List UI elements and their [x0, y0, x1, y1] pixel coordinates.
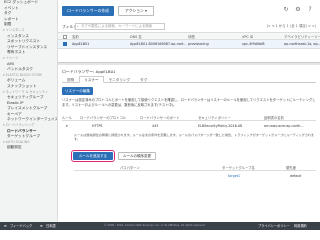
lb-state: provisioning: [188, 42, 209, 46]
search-placeholder: タグや属性による検索、キーワードによる検索: [81, 24, 152, 28]
tab-monitoring[interactable]: モニタリング: [104, 76, 136, 83]
copyright-text: © 2008 - 2016, Amazon Web Services, Inc.…: [104, 224, 206, 227]
lb-dns: AppELB01-8006166087.ap-nort...: [130, 42, 186, 46]
language-selector[interactable]: 日本語: [46, 222, 56, 230]
toolbar-icons: ↻ ⚙ ?: [282, 6, 314, 14]
path-priority: default: [290, 174, 302, 178]
table-header: 名前 DNS 名 状態 VPC ID アベイラビリティーゾーン: [58, 32, 320, 40]
terms-link[interactable]: 利用規約: [294, 222, 307, 230]
column-header-protocol: ロードバランサーのプロトコル: [80, 116, 127, 120]
feedback-icon[interactable]: ✉: [4, 222, 7, 230]
column-header-policy: セキュリティポリシー: [198, 116, 231, 120]
search-input[interactable]: ⌕ タグや属性による検索、キーワードによる検索: [75, 23, 165, 30]
target-group-link[interactable]: target1: [228, 173, 240, 179]
listener-description: リスナーは設定済みのプロトコルとポートを使用して接続リクエストを確認し、ロードバ…: [62, 98, 316, 107]
table-row[interactable]: AppELB01 AppELB01-8006166087.ap-nort... …: [58, 40, 320, 49]
column-header-port: ロードバランサーのポート: [140, 116, 180, 120]
table-row[interactable]: ▾ HTTPS 443 ELBSecurityPolicy-2016-08 ar…: [62, 123, 316, 131]
search-icon: ⌕: [77, 24, 79, 28]
privacy-link[interactable]: プライバシーポリシー: [258, 222, 290, 230]
toolbar: ロードバランサーの作成 アクション ▾ ↻ ⚙ ?: [58, 0, 320, 22]
reorder-rules-button[interactable]: ルールの順序変更: [118, 152, 156, 160]
rules-explanation: ルールは優先順位の昇順に評価されます。ルールは次の条件を定義します。ルールのパス…: [74, 133, 315, 142]
actions-dropdown-button[interactable]: アクション ▾: [118, 6, 154, 16]
detail-title: ロードバランサー: AppELB01: [62, 69, 116, 74]
rule-port: 443: [152, 124, 159, 128]
main-content: ロードバランサーの作成 アクション ▾ ↻ ⚙ ? フィルタ: ⌕ タグや属性に…: [58, 0, 320, 222]
rules-table-header: ルール ロードバランサーのプロトコル ロードバランサーのポート セキュリティポリ…: [62, 115, 316, 121]
row-checkbox[interactable]: [63, 42, 67, 46]
footer: ✉ フィードバック ⊕ 日本語 © 2008 - 2016, Amazon We…: [0, 222, 320, 230]
add-rule-button[interactable]: ルールを追加する: [71, 150, 115, 162]
expand-arrow-icon[interactable]: ▾: [66, 123, 68, 129]
column-header-priority: 優先度: [286, 166, 296, 170]
load-balancer-table: 名前 DNS 名 状態 VPC ID アベイラビリティーゾーン AppELB01…: [58, 32, 320, 49]
sidebar-item[interactable]: 起動設定: [0, 145, 57, 151]
help-icon[interactable]: ?: [306, 6, 314, 14]
column-header-rule: ルール: [62, 116, 72, 120]
table-empty-area: [58, 50, 320, 62]
gear-icon[interactable]: ⚙: [294, 6, 302, 14]
create-load-balancer-button[interactable]: ロードバランサーの作成: [62, 6, 114, 16]
table-row: target1 default: [74, 173, 316, 181]
filter-bar: フィルタ: ⌕ タグや属性による検索、キーワードによる検索 |< < 1 から …: [58, 22, 320, 31]
lb-vpc: vpc-4f9d0bf8: [242, 42, 265, 46]
rule-policy: ELBSecurityPolicy-2016-08: [198, 124, 243, 128]
column-header-path-pattern: パスパターン: [120, 166, 140, 170]
edit-listeners-button[interactable]: リスナーの編集: [62, 87, 93, 95]
tab-tags[interactable]: タグ: [135, 76, 152, 83]
lb-az: ap-northeast-1a, ap-...: [284, 42, 320, 46]
globe-icon[interactable]: ⊕: [40, 222, 43, 230]
rule-protocol: HTTPS: [92, 124, 103, 128]
column-header-cert: 証明書の名前: [264, 116, 284, 120]
detail-tabs: 説明 リスナー モニタリング タグ: [62, 76, 316, 83]
pagination[interactable]: |< < 1 から 1 (全 1 項目) > >|: [267, 23, 316, 30]
sidebar: EC2 ダッシュボードイベントタグレポート制限インスタンスインスタンススポットリ…: [0, 0, 58, 222]
feedback-link[interactable]: フィードバック: [10, 222, 32, 230]
tab-description[interactable]: 説明: [62, 76, 79, 83]
refresh-icon[interactable]: ↻: [282, 6, 290, 14]
select-all-checkbox[interactable]: [63, 35, 67, 39]
tab-listeners[interactable]: リスナー: [79, 76, 104, 83]
rule-cert: arn:aws:acm:ap-north...: [264, 124, 304, 128]
column-header-target-group: ターゲットグループ名: [222, 166, 255, 170]
detail-panel: ロードバランサー: AppELB01 説明 リスナー モニタリング タグ リスナ…: [58, 65, 320, 222]
path-table-header: パスパターン ターゲットグループ名 優先度: [74, 165, 316, 171]
lb-name: AppELB01: [72, 42, 90, 46]
